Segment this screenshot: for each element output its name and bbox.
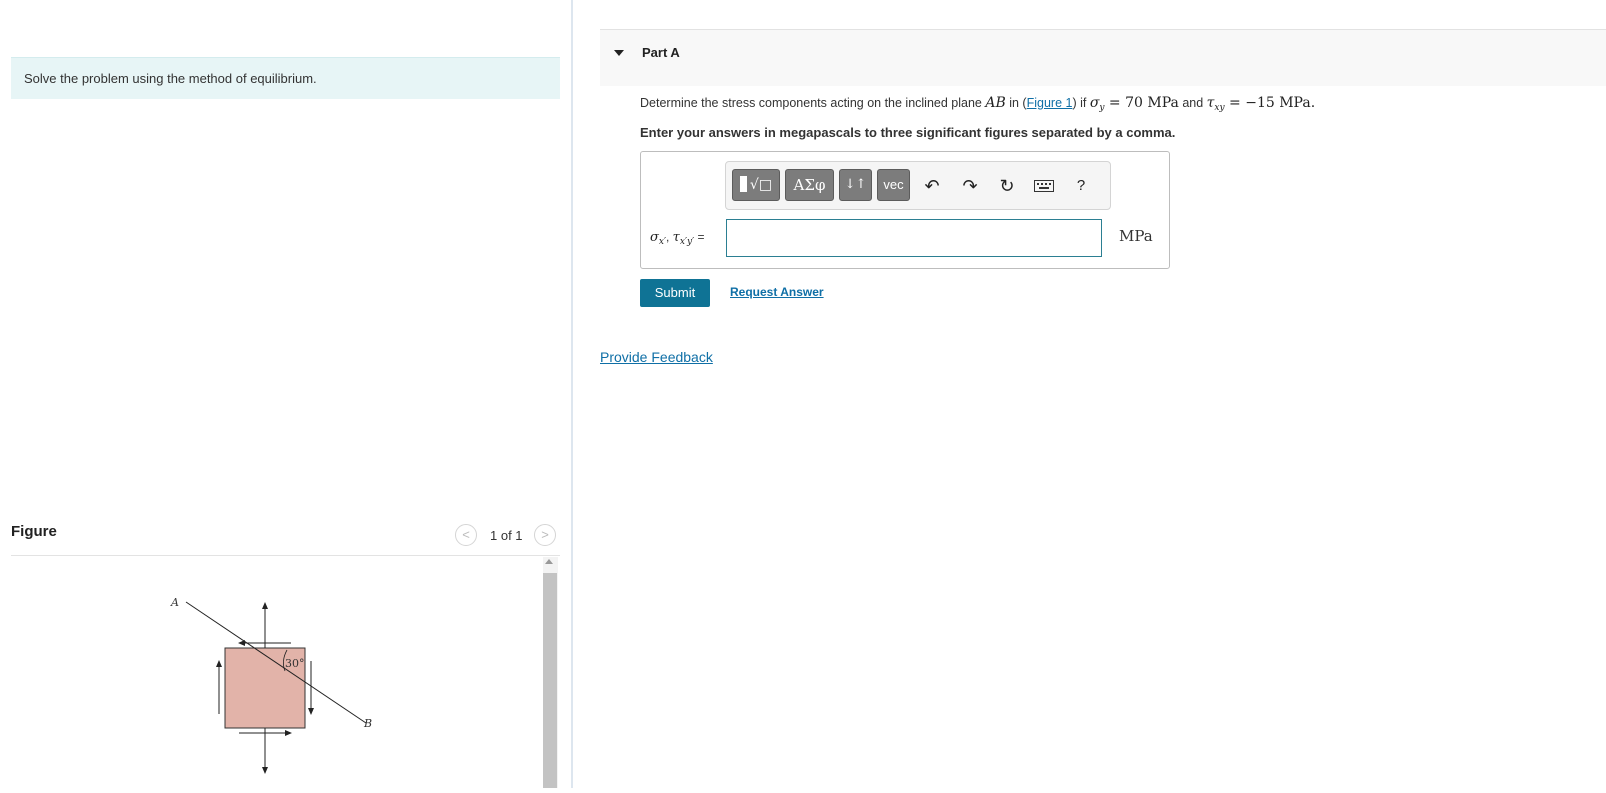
templates-button[interactable]: √□ [732, 169, 780, 201]
submit-button[interactable]: Submit [640, 279, 710, 307]
answer-units: MPa [1119, 227, 1153, 245]
point-a-label: A [170, 596, 179, 609]
figure-viewport: 30° A B [11, 557, 541, 788]
figure-title: Figure [11, 523, 57, 540]
panel-divider [571, 0, 573, 788]
next-figure-button[interactable]: > [534, 524, 556, 546]
figure-divider [11, 555, 560, 556]
part-title: Part A [642, 45, 680, 60]
help-button[interactable]: ? [1070, 175, 1092, 197]
instruction-banner: Solve the problem using the method of eq… [11, 57, 560, 99]
angle-label: 30° [285, 657, 305, 670]
stress-element-diagram: 30° A B [170, 596, 372, 774]
request-answer-link[interactable]: Request Answer [730, 285, 824, 299]
undo-icon[interactable]: ↶ [921, 175, 943, 197]
vector-button[interactable]: vec [877, 169, 910, 201]
greek-letters-button[interactable]: ΑΣφ [785, 169, 834, 201]
part-header[interactable] [600, 29, 1606, 86]
redo-icon[interactable]: ↷ [959, 175, 981, 197]
plane-name: AB [985, 95, 1006, 111]
chevron-left-icon: < [462, 527, 470, 542]
keyboard-icon[interactable] [1033, 175, 1055, 197]
figure-pager: 1 of 1 [490, 528, 523, 543]
left-panel: Solve the problem using the method of eq… [0, 0, 571, 788]
answer-instruction: Enter your answers in megapascals to thr… [640, 125, 1176, 140]
figure-scrollbar-thumb[interactable] [543, 573, 557, 788]
provide-feedback-link[interactable]: Provide Feedback [600, 349, 713, 365]
arrows-button[interactable]: ↓↑ [839, 169, 872, 201]
chevron-right-icon: > [541, 527, 549, 542]
answer-label: σx′, τx′y′ = [650, 230, 705, 247]
reset-icon[interactable]: ↻ [996, 175, 1018, 197]
answer-input[interactable] [726, 219, 1102, 257]
point-b-label: B [363, 717, 372, 730]
figure-link[interactable]: Figure 1 [1027, 96, 1073, 110]
scroll-up-icon[interactable] [545, 559, 553, 564]
collapse-caret-icon[interactable] [614, 50, 624, 56]
question-text: Determine the stress components acting o… [640, 95, 1316, 113]
prev-figure-button[interactable]: < [455, 524, 477, 546]
